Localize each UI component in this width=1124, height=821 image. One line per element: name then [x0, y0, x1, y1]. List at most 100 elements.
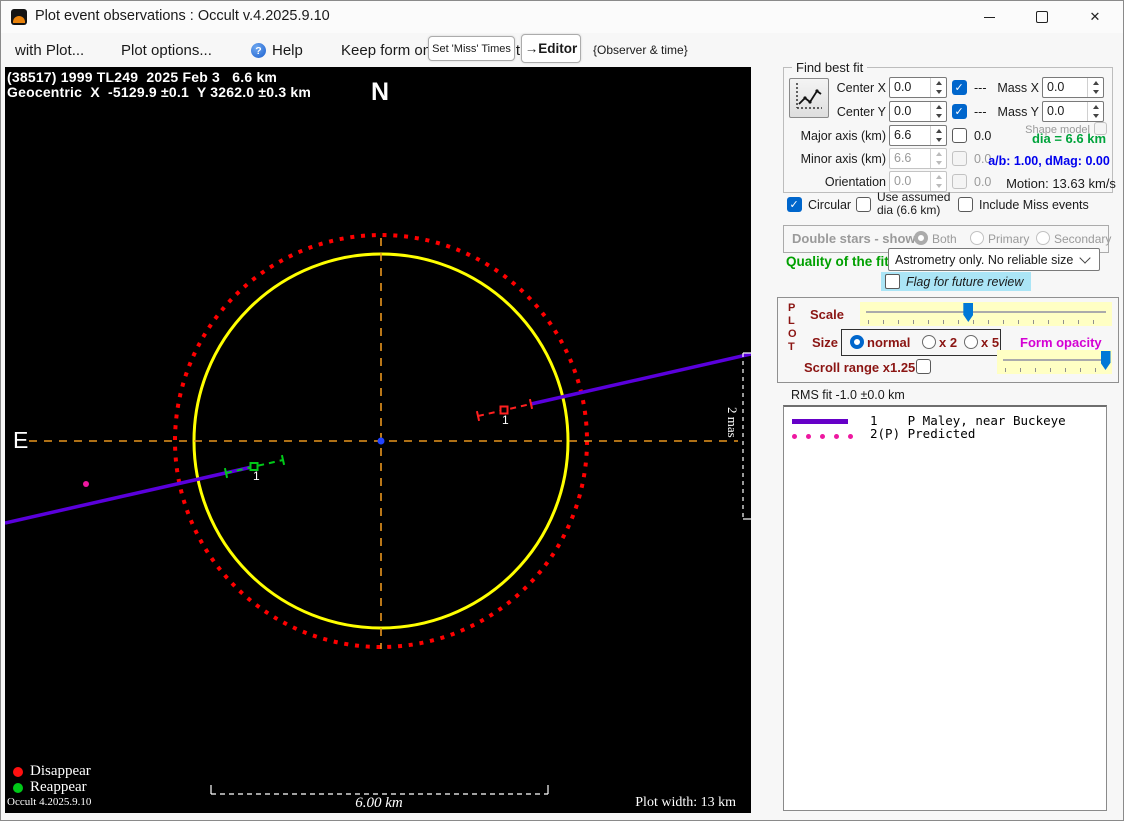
plot-letter-t: T: [788, 341, 795, 353]
menu-bar: with Plot... Plot options... ? Help Keep…: [1, 33, 771, 67]
use-assumed-checkbox[interactable]: [856, 197, 871, 212]
center-x-value[interactable]: 0.0: [890, 78, 930, 97]
plot-version-label: Occult 4.2025.9.10: [7, 796, 92, 808]
help-icon[interactable]: ?: [251, 43, 266, 58]
minor-axis-spin-buttons[interactable]: [930, 149, 946, 168]
app-icon: [11, 9, 27, 25]
motion-text: Motion: 13.63 km/s: [1006, 176, 1116, 191]
scroll-range-checkbox[interactable]: [916, 359, 931, 374]
circular-checkbox[interactable]: [787, 197, 802, 212]
scale-slider[interactable]: [860, 302, 1112, 326]
mass-x-spin-buttons[interactable]: [1087, 78, 1103, 97]
minor-axis-checkbox[interactable]: [952, 151, 967, 166]
double-both-radio[interactable]: [914, 231, 928, 245]
center-y-spin-buttons[interactable]: [930, 102, 946, 121]
double-stars-label: Double stars - show: [792, 231, 916, 246]
plot-width-label: Plot width: 13 km: [635, 795, 736, 810]
center-x-spinner[interactable]: 0.0: [889, 77, 947, 98]
double-secondary-radio[interactable]: [1036, 231, 1050, 245]
size-label: Size: [812, 335, 839, 350]
minor-axis-value[interactable]: 6.6: [890, 149, 930, 168]
orientation-checkbox[interactable]: [952, 174, 967, 189]
major-axis-value[interactable]: 6.6: [890, 126, 930, 145]
east-label: E: [13, 427, 29, 453]
major-axis-spinner[interactable]: 6.6: [889, 125, 947, 146]
size-x2-label: x 2: [939, 335, 958, 350]
flag-review-label: Flag for future review: [906, 274, 1024, 289]
observations-list[interactable]: 1 P Maley, near Buckeye 2(P) Predicted: [783, 405, 1107, 811]
predicted-point: [83, 481, 89, 487]
menu-with-plot[interactable]: with Plot...: [15, 42, 84, 59]
use-assumed-line2: dia (6.6 km): [877, 203, 941, 217]
include-miss-checkbox[interactable]: [958, 197, 973, 212]
north-label: N: [371, 78, 390, 106]
form-opacity-ticks: [1005, 368, 1108, 372]
scale-slider-ticks: [868, 320, 1108, 324]
chevron-down-icon: [1079, 252, 1091, 264]
size-x5-radio[interactable]: [964, 335, 978, 349]
observation-row-2[interactable]: 2(P) Predicted: [870, 426, 975, 441]
minor-axis-label: Minor axis (km): [800, 152, 886, 166]
size-normal-radio[interactable]: [850, 335, 864, 349]
mass-y-spin-buttons[interactable]: [1087, 102, 1103, 121]
plot-header-line1: (38517) 1999 TL249 2025 Feb 3 6.6 km: [7, 69, 278, 85]
app-window: Plot event observations : Occult v.4.202…: [0, 0, 1124, 821]
center-y-value[interactable]: 0.0: [890, 102, 930, 121]
center-y-label: Center Y: [836, 105, 886, 119]
minor-axis-spinner[interactable]: 6.6: [889, 148, 947, 169]
double-secondary-label: Secondary: [1054, 232, 1112, 246]
ab-dmag-text: a/b: 1.00, dMag: 0.00: [988, 154, 1110, 168]
find-best-fit-group: Find best fit Center X 0.0 --- Mass X 0.…: [783, 60, 1116, 193]
center-y-checkbox[interactable]: [952, 104, 967, 119]
major-axis-spin-buttons[interactable]: [930, 126, 946, 145]
mas-bracket: [742, 352, 751, 520]
observer-time-label: {Observer & time}: [593, 43, 688, 57]
chord-line-left: [5, 464, 255, 525]
flag-review-checkbox[interactable]: [885, 274, 900, 289]
legend-disappear: Disappear: [13, 763, 91, 780]
minimize-icon: [983, 16, 995, 18]
maximize-button[interactable]: [1019, 1, 1065, 33]
menu-help[interactable]: Help: [272, 42, 303, 59]
include-miss-label: Include Miss events: [979, 198, 1089, 212]
orientation-err: 0.0: [974, 175, 992, 189]
form-opacity-label: Form opacity: [1020, 335, 1102, 350]
dia-text: dia = 6.6 km: [1031, 131, 1107, 146]
title-bar[interactable]: Plot event observations : Occult v.4.202…: [1, 1, 1123, 33]
mass-x-label: Mass X: [997, 81, 1039, 95]
orientation-spinner[interactable]: 0.0: [889, 171, 947, 192]
circular-label: Circular: [808, 198, 852, 212]
set-miss-times-button[interactable]: Set 'Miss' Times: [428, 36, 515, 61]
center-y-spinner[interactable]: 0.0: [889, 101, 947, 122]
use-assumed-label: Use assumed dia (6.6 km): [877, 191, 950, 217]
center-x-label: Center X: [836, 81, 886, 95]
mass-y-label: Mass Y: [997, 105, 1039, 119]
flag-review-container: Flag for future review: [881, 272, 1032, 291]
double-primary-label: Primary: [988, 232, 1030, 246]
menu-plot-options[interactable]: Plot options...: [121, 42, 212, 59]
plot-letter-l: L: [788, 315, 795, 327]
plot-letter-o: O: [788, 328, 797, 340]
plot-canvas[interactable]: (38517) 1999 TL249 2025 Feb 3 6.6 km Geo…: [5, 67, 751, 813]
close-button[interactable]: ✕: [1072, 1, 1118, 33]
double-primary-radio[interactable]: [970, 231, 984, 245]
orientation-spin-buttons[interactable]: [930, 172, 946, 191]
scale-slider-groove: [866, 311, 1106, 313]
center-x-spin-buttons[interactable]: [930, 78, 946, 97]
disappear-label: Disappear: [30, 763, 91, 779]
mass-x-value[interactable]: 0.0: [1043, 78, 1087, 97]
find-best-fit-label: Find best fit: [792, 60, 868, 75]
mass-y-value[interactable]: 0.0: [1043, 102, 1087, 121]
quality-dropdown[interactable]: Astrometry only. No reliable size: [888, 248, 1100, 271]
mass-x-spinner[interactable]: 0.0: [1042, 77, 1104, 98]
form-opacity-slider[interactable]: [997, 350, 1112, 374]
mass-y-spinner[interactable]: 0.0: [1042, 101, 1104, 122]
center-x-checkbox[interactable]: [952, 80, 967, 95]
size-x2-radio[interactable]: [922, 335, 936, 349]
major-axis-checkbox[interactable]: [952, 128, 967, 143]
disappear-dot-icon: [13, 766, 23, 777]
minimize-button[interactable]: [966, 1, 1012, 33]
editor-button[interactable]: →Editor: [521, 34, 581, 63]
orientation-value[interactable]: 0.0: [890, 172, 930, 191]
chord-line-right: [530, 352, 751, 406]
